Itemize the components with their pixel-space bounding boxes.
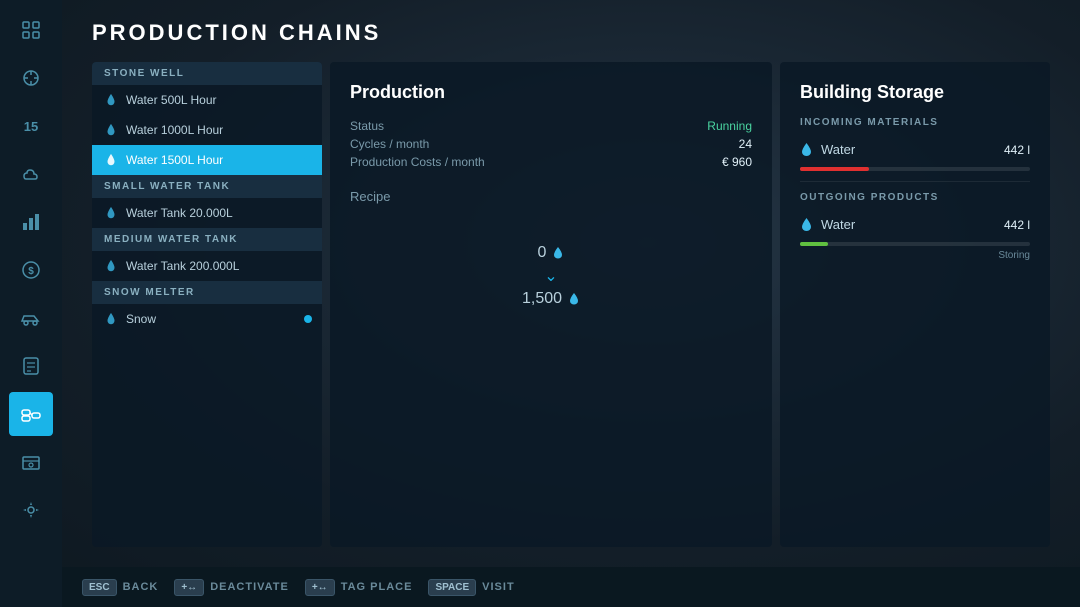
main-content: PRODUCTION CHAINS STONE WELL Water 500L … bbox=[62, 0, 1080, 567]
category-stone-well: STONE WELL bbox=[92, 62, 322, 85]
recipe-arrow-icon: ⌄ bbox=[544, 266, 557, 286]
sidebar-item-production[interactable] bbox=[9, 56, 53, 100]
incoming-water-name: Water bbox=[821, 142, 1004, 157]
production-panel: Production Status Running Cycles / month… bbox=[330, 62, 772, 547]
outgoing-progress-bar bbox=[800, 242, 828, 246]
sidebar-item-storage[interactable] bbox=[9, 440, 53, 484]
recipe-label: Recipe bbox=[350, 189, 752, 204]
chain-item-label-6: Snow bbox=[126, 312, 156, 326]
tagplace-key[interactable]: +↔ bbox=[305, 579, 335, 596]
incoming-materials-label: INCOMING MATERIALS bbox=[800, 117, 1030, 128]
sidebar-item-calendar[interactable]: 15 bbox=[9, 104, 53, 148]
water-drop-output bbox=[568, 292, 580, 306]
stat-value-cycles: 24 bbox=[739, 137, 752, 151]
chain-item-tank-200000[interactable]: Water Tank 200.000L bbox=[92, 251, 322, 281]
outgoing-water-name: Water bbox=[821, 217, 1004, 232]
content-panels: STONE WELL Water 500L Hour Water 1000L H… bbox=[92, 62, 1050, 547]
sidebar-item-vehicles[interactable] bbox=[9, 296, 53, 340]
storage-panel: Building Storage INCOMING MATERIALS Wate… bbox=[780, 62, 1050, 547]
chain-item-label-2: Water 1000L Hour bbox=[126, 123, 223, 137]
category-snow-melter: SNOW MELTER bbox=[92, 281, 322, 304]
chain-item-label-4: Water Tank 20.000L bbox=[126, 206, 233, 220]
outgoing-water-icon bbox=[800, 217, 813, 232]
esc-key[interactable]: ESC bbox=[82, 579, 117, 596]
chain-item-water-1500[interactable]: Water 1500L Hour bbox=[92, 145, 322, 175]
stat-label-status: Status bbox=[350, 119, 384, 133]
sidebar-item-settings[interactable] bbox=[9, 488, 53, 532]
water-drop-icon-2 bbox=[104, 123, 118, 137]
svg-text:$: $ bbox=[28, 266, 34, 277]
storage-divider bbox=[800, 181, 1030, 182]
sidebar-item-stats[interactable] bbox=[9, 200, 53, 244]
production-stats: Status Running Cycles / month 24 Product… bbox=[350, 119, 752, 169]
production-title: Production bbox=[350, 82, 752, 103]
stat-row-costs: Production Costs / month € 960 bbox=[350, 155, 752, 169]
sidebar-item-weather[interactable] bbox=[9, 152, 53, 196]
outgoing-storing-label: Storing bbox=[800, 250, 1030, 261]
chain-item-water-500[interactable]: Water 500L Hour bbox=[92, 85, 322, 115]
hotkey-visit: SPACE VISIT bbox=[428, 579, 514, 596]
esc-label: BACK bbox=[123, 581, 159, 593]
hotkey-tag-place: +↔ TAG PLACE bbox=[305, 579, 413, 596]
sidebar-item-map[interactable] bbox=[9, 8, 53, 52]
incoming-progress-bar bbox=[800, 167, 869, 171]
category-small-water-tank: SMALL WATER TANK bbox=[92, 175, 322, 198]
water-drop-icon bbox=[104, 93, 118, 107]
water-drop-icon-4 bbox=[104, 206, 118, 220]
water-drop-icon-3 bbox=[104, 153, 118, 167]
chain-item-water-1000[interactable]: Water 1000L Hour bbox=[92, 115, 322, 145]
chain-item-tank-20000[interactable]: Water Tank 20.000L bbox=[92, 198, 322, 228]
stat-row-cycles: Cycles / month 24 bbox=[350, 137, 752, 151]
hotkey-esc: ESC BACK bbox=[82, 579, 158, 596]
incoming-water-item: Water 442 l bbox=[800, 136, 1030, 163]
stat-value-status: Running bbox=[707, 119, 752, 133]
stat-value-costs: € 960 bbox=[722, 155, 752, 169]
tagplace-label: TAG PLACE bbox=[341, 581, 413, 593]
category-medium-water-tank: MEDIUM WATER TANK bbox=[92, 228, 322, 251]
snow-dot bbox=[304, 315, 312, 323]
bottom-bar: ESC BACK +↔ DEACTIVATE +↔ TAG PLACE SPAC… bbox=[62, 567, 1080, 607]
chain-item-snow[interactable]: Snow bbox=[92, 304, 322, 334]
recipe-output-value: 1,500 bbox=[522, 290, 580, 308]
deactivate-key[interactable]: +↔ bbox=[174, 579, 204, 596]
page-title: PRODUCTION CHAINS bbox=[92, 20, 1050, 46]
stat-label-cycles: Cycles / month bbox=[350, 137, 429, 151]
hotkey-deactivate: +↔ DEACTIVATE bbox=[174, 579, 289, 596]
storage-title: Building Storage bbox=[800, 82, 1030, 103]
incoming-water-icon bbox=[800, 142, 813, 157]
space-key[interactable]: SPACE bbox=[428, 579, 476, 596]
stat-label-costs: Production Costs / month bbox=[350, 155, 485, 169]
incoming-water-amount: 442 l bbox=[1004, 143, 1030, 157]
outgoing-water-item: Water 442 l bbox=[800, 211, 1030, 238]
chain-item-label-5: Water Tank 200.000L bbox=[126, 259, 239, 273]
outgoing-progress-container bbox=[800, 242, 1030, 246]
visit-label: VISIT bbox=[482, 581, 515, 593]
chain-item-label-3: Water 1500L Hour bbox=[126, 153, 223, 167]
outgoing-water-amount: 442 l bbox=[1004, 218, 1030, 232]
recipe-section: Recipe 0 ⌄ 1,500 bbox=[350, 189, 752, 527]
water-drop-icon-6 bbox=[104, 312, 118, 326]
chains-panel: STONE WELL Water 500L Hour Water 1000L H… bbox=[92, 62, 322, 547]
water-drop-small bbox=[552, 246, 564, 260]
active-dot bbox=[304, 156, 312, 164]
recipe-visual: 0 ⌄ 1,500 bbox=[350, 224, 752, 328]
sidebar-item-tasks[interactable] bbox=[9, 344, 53, 388]
water-drop-icon-5 bbox=[104, 259, 118, 273]
outgoing-products-label: OUTGOING PRODUCTS bbox=[800, 192, 1030, 203]
sidebar: 15 $ bbox=[0, 0, 62, 607]
sidebar-item-money[interactable]: $ bbox=[9, 248, 53, 292]
recipe-input-value: 0 bbox=[538, 244, 565, 262]
deactivate-label: DEACTIVATE bbox=[210, 581, 289, 593]
incoming-progress-container bbox=[800, 167, 1030, 171]
stat-row-status: Status Running bbox=[350, 119, 752, 133]
chain-item-label: Water 500L Hour bbox=[126, 93, 217, 107]
sidebar-item-chains[interactable] bbox=[9, 392, 53, 436]
